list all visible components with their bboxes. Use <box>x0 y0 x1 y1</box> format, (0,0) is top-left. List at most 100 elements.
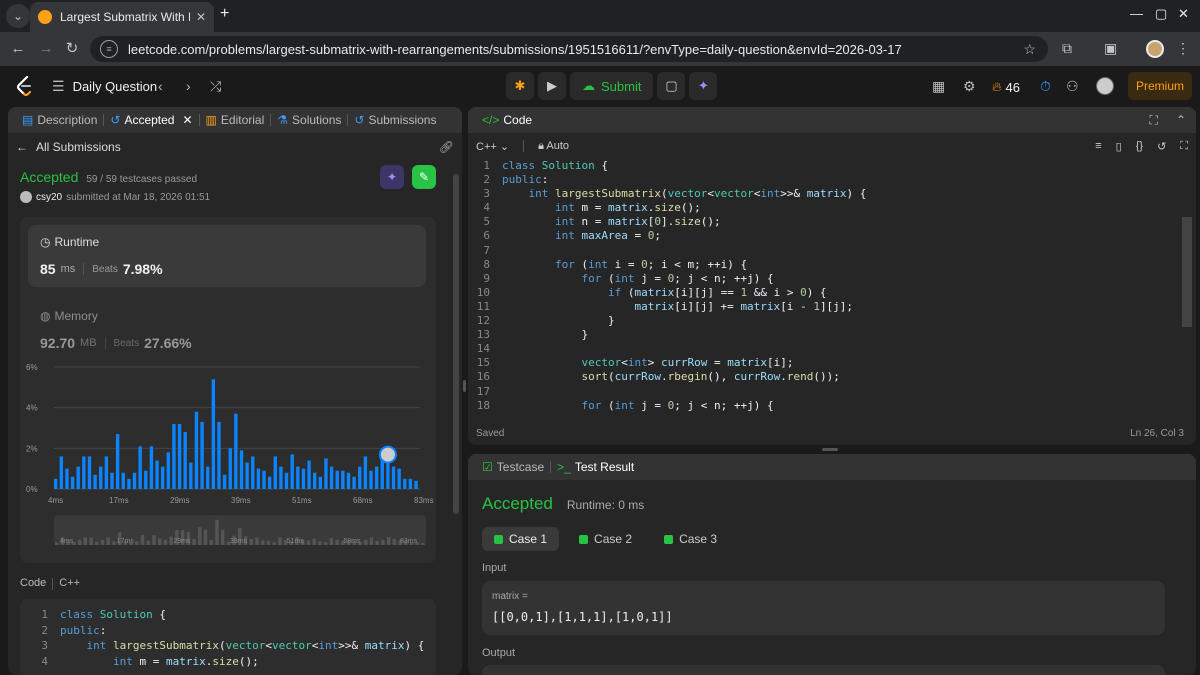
reset-icon[interactable]: ↺ <box>1157 140 1166 153</box>
user-avatar[interactable] <box>1096 77 1114 95</box>
chart-bar[interactable] <box>160 466 165 489</box>
chart-range-slider[interactable]: 4ms 17ms 29ms 39ms 51ms 68ms 83ms <box>54 515 426 545</box>
back-icon[interactable]: ← <box>8 39 28 59</box>
vertical-resize-handle[interactable] <box>463 380 466 392</box>
chart-bar[interactable] <box>301 468 306 489</box>
tab-list-button[interactable]: ⌄ <box>6 4 30 28</box>
chart-bar[interactable] <box>99 466 103 489</box>
chart-bar[interactable] <box>256 468 261 489</box>
ai-analyze-button[interactable]: ✦ <box>380 165 404 189</box>
layout-grid-icon[interactable]: ▦ <box>932 78 945 95</box>
chart-bar[interactable] <box>369 470 373 489</box>
chart-bar[interactable] <box>397 468 401 489</box>
chart-bar[interactable] <box>65 468 69 489</box>
scrollbar[interactable] <box>453 174 459 514</box>
code-editor[interactable]: 1 class Solution {2 public: 3 int largestSu… <box>468 159 1196 413</box>
chart-bar[interactable] <box>403 478 407 489</box>
premium-button[interactable]: Premium <box>1128 72 1192 100</box>
chart-bar[interactable] <box>324 458 328 490</box>
bookmark-icon[interactable]: ▯ <box>1116 140 1122 153</box>
prev-problem-icon[interactable]: ‹ <box>158 78 163 94</box>
expand-icon[interactable]: ⛶ <box>1150 113 1158 128</box>
menu-kebab-icon[interactable]: ⋮ <box>1176 40 1190 57</box>
chart-bar[interactable] <box>329 466 334 489</box>
chart-bar[interactable] <box>189 462 193 489</box>
url-field[interactable]: ≡ leetcode.com/problems/largest-submatri… <box>90 36 1048 62</box>
chart-bar[interactable] <box>110 472 114 489</box>
new-tab-button[interactable]: + <box>220 5 229 23</box>
reload-icon[interactable]: ↻ <box>62 39 82 59</box>
chart-bar[interactable] <box>228 448 232 489</box>
run-icon[interactable]: ▶ <box>538 72 566 100</box>
chart-bar[interactable] <box>127 478 131 489</box>
chart-bar[interactable] <box>138 446 142 489</box>
timer-icon[interactable]: ⏱ <box>1040 78 1051 95</box>
chart-bar[interactable] <box>352 476 356 489</box>
chart-bar[interactable] <box>234 413 238 489</box>
chart-bar[interactable] <box>211 379 216 489</box>
chart-bar[interactable] <box>144 470 148 489</box>
chart-bar[interactable] <box>318 476 323 489</box>
chart-bar[interactable] <box>121 472 125 489</box>
chart-bar[interactable] <box>183 432 187 489</box>
chart-bar[interactable] <box>172 423 176 489</box>
chart-bar[interactable] <box>166 452 170 489</box>
site-info-icon[interactable]: ≡ <box>100 40 118 58</box>
chart-bar[interactable] <box>386 462 390 489</box>
chart-bar[interactable] <box>284 472 289 489</box>
chart-bar[interactable] <box>290 454 294 489</box>
browser-tab[interactable]: Largest Submatrix With Re ✕ <box>30 2 214 32</box>
chart-bar[interactable] <box>391 466 396 489</box>
your-submission-avatar-marker[interactable] <box>378 445 397 464</box>
tab-testcase[interactable]: ☑ Testcase <box>476 460 550 474</box>
chart-bar[interactable] <box>76 466 80 489</box>
chart-bar[interactable] <box>245 462 249 489</box>
braces-icon[interactable]: {} <box>1136 140 1143 152</box>
chart-bar[interactable] <box>313 472 317 489</box>
chart-bar[interactable] <box>262 470 266 489</box>
tab-code[interactable]: </> Code <box>476 113 538 127</box>
chart-bar[interactable] <box>206 466 210 489</box>
editor-scrollbar[interactable] <box>1182 217 1192 327</box>
ai-sparkle-icon[interactable]: ✦ <box>689 72 718 100</box>
leetcode-logo-icon[interactable] <box>16 76 34 96</box>
chart-bar[interactable] <box>239 450 244 489</box>
tab-solutions[interactable]: ⚗ Solutions <box>271 113 347 127</box>
chart-bar[interactable] <box>115 434 120 489</box>
chart-bar[interactable] <box>222 474 227 489</box>
chart-bar[interactable] <box>335 470 339 489</box>
chart-bar[interactable] <box>104 456 109 489</box>
runtime-distribution-chart[interactable]: 6% 4% 2% 0% 4ms 17ms 29ms 39ms 51ms 68ms 83ms <box>20 357 436 517</box>
tab-editorial[interactable]: ▥ Editorial <box>200 113 271 127</box>
all-submissions-link[interactable]: All Submissions <box>36 140 121 154</box>
chart-bar[interactable] <box>70 476 75 489</box>
debug-icon[interactable]: ✱ <box>506 72 534 100</box>
forward-icon[interactable]: → <box>36 39 56 59</box>
chart-bar[interactable] <box>194 411 199 489</box>
chart-bar[interactable] <box>363 456 368 489</box>
chart-bar[interactable] <box>82 456 86 489</box>
close-tab-x-icon[interactable]: ✕ <box>182 113 192 127</box>
streak-counter[interactable]: 🔥︎ 46 <box>992 79 1020 95</box>
next-problem-icon[interactable]: › <box>186 78 191 94</box>
copy-link-icon[interactable]: 🔗︎ <box>439 140 454 154</box>
case-1-tab[interactable]: Case 1 <box>482 527 560 551</box>
browser-profile-avatar[interactable] <box>1146 40 1164 58</box>
chart-bar[interactable] <box>273 456 277 489</box>
chart-bar[interactable] <box>217 421 221 489</box>
add-friend-icon[interactable]: ⚇ <box>1066 78 1079 95</box>
chart-bar[interactable] <box>346 472 351 489</box>
chart-bar[interactable] <box>149 446 154 489</box>
tab-description[interactable]: ▤ Description <box>16 113 103 127</box>
auto-mode[interactable]: 🔒︎ Auto <box>538 140 569 153</box>
memory-box[interactable]: ◍ Memory 92.70 MB Beats 27.66% <box>28 299 426 361</box>
chart-bar[interactable] <box>177 423 182 489</box>
chart-bar[interactable] <box>251 456 255 489</box>
chart-bar[interactable] <box>307 460 311 489</box>
tab-submissions[interactable]: ↺ Submissions <box>348 113 442 127</box>
sidebar-icon[interactable]: ▣ <box>1104 40 1117 57</box>
chart-bar[interactable] <box>200 421 204 489</box>
tab-accepted[interactable]: ↺ Accepted ✕ <box>104 113 198 127</box>
runtime-box[interactable]: ◷ Runtime 85 ms Beats 7.98% <box>28 225 426 287</box>
chart-bar[interactable] <box>132 472 137 489</box>
